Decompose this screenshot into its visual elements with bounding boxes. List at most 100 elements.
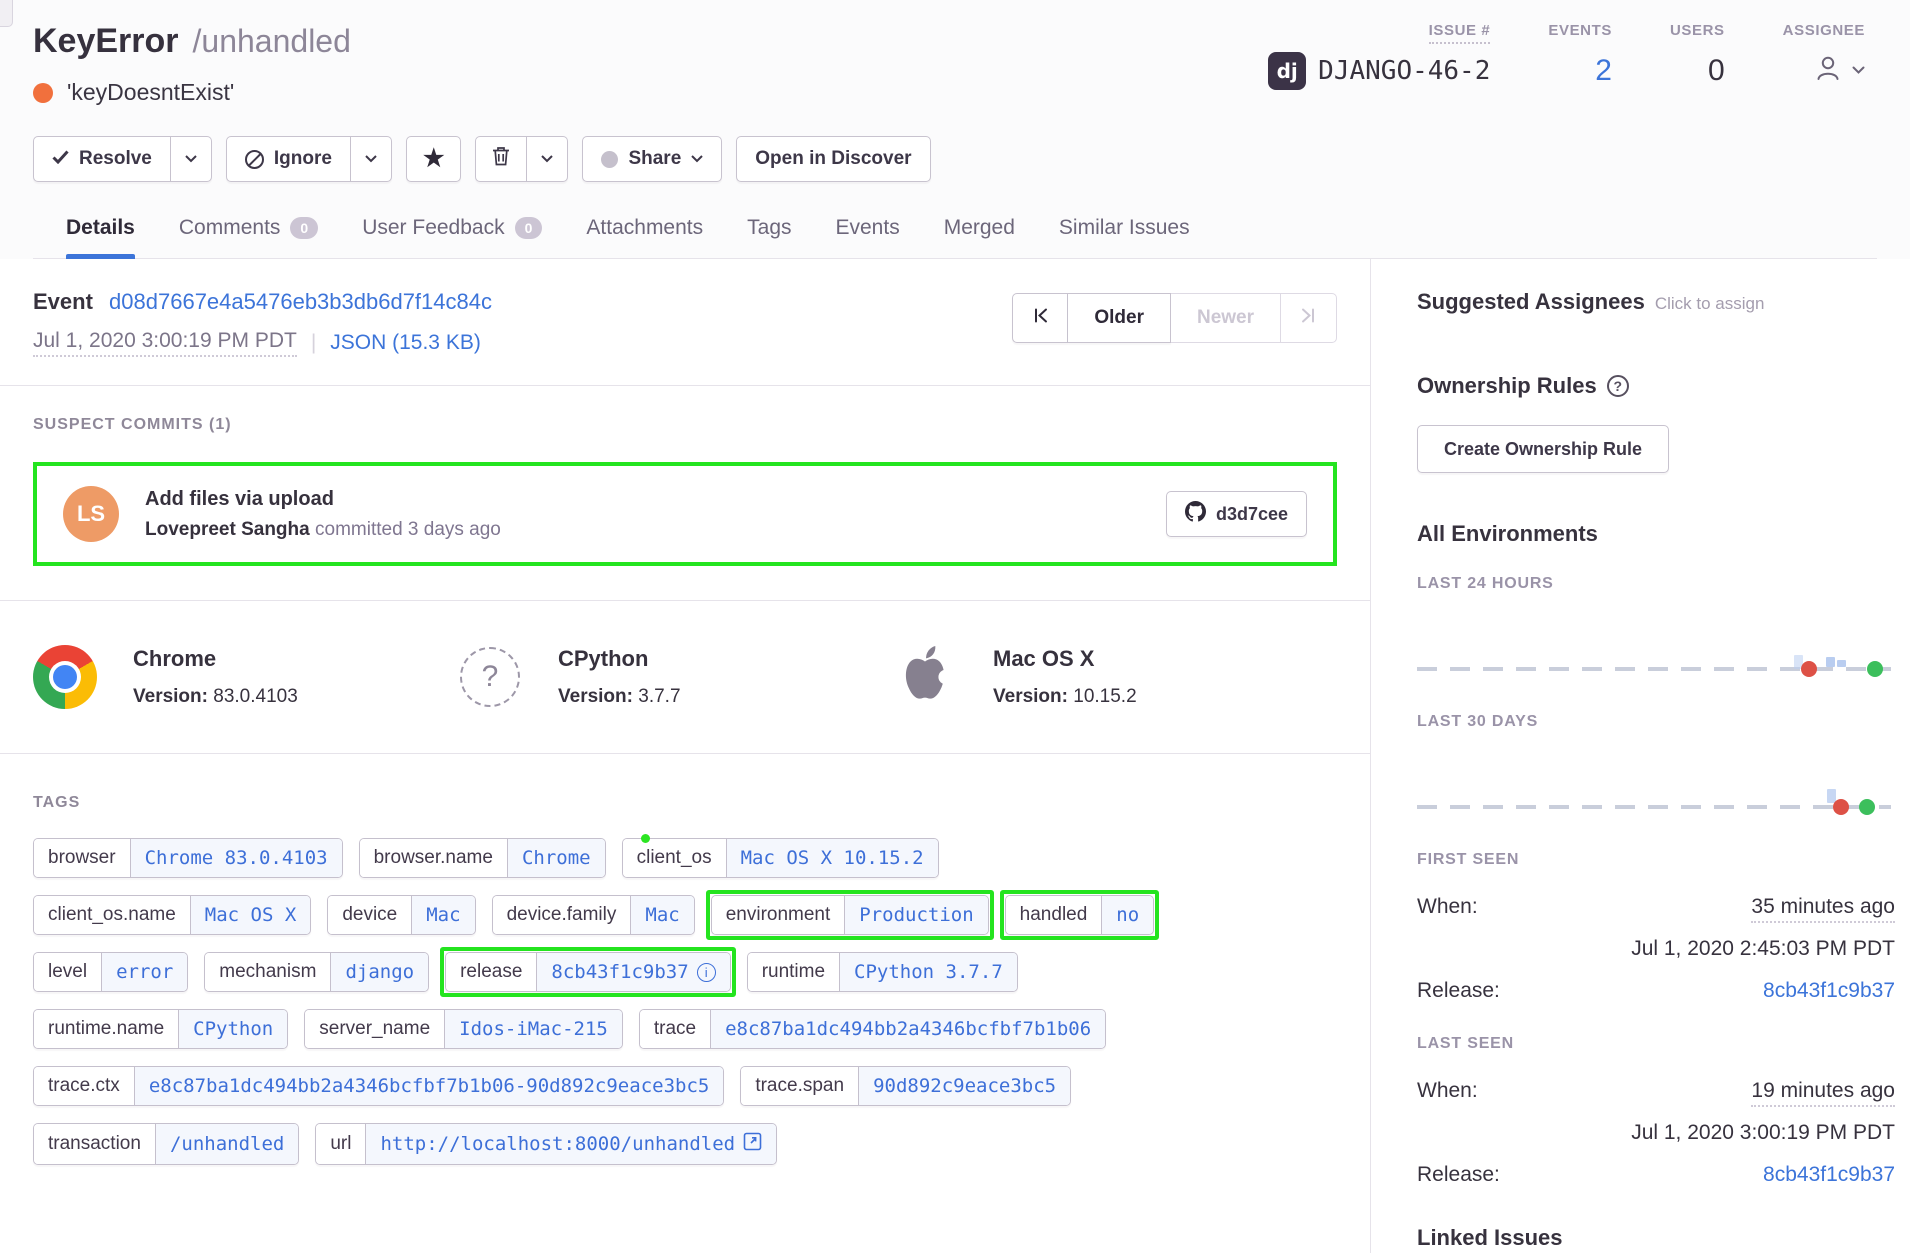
- tag-pill-browser.name[interactable]: browser.nameChrome: [359, 838, 606, 878]
- tag-value: error: [101, 953, 187, 991]
- event-id-link[interactable]: d08d7667e4a5476eb3b3db6d7f14c84c: [109, 289, 492, 314]
- all-environments-heading: All Environments: [1417, 521, 1895, 547]
- skip-to-latest-button[interactable]: [1281, 293, 1337, 343]
- tag-pill-environment[interactable]: environmentProduction: [711, 895, 989, 935]
- tag-pill-trace.ctx[interactable]: trace.ctxe8c87ba1dc494bb2a4346bcfbf7b1b0…: [33, 1066, 724, 1106]
- resolve-button[interactable]: Resolve: [33, 136, 171, 182]
- tag-pill-runtime[interactable]: runtimeCPython 3.7.7: [747, 952, 1018, 992]
- tag-pill-device[interactable]: deviceMac: [327, 895, 475, 935]
- issue-message: 'keyDoesntExist': [67, 79, 234, 106]
- chevron-down-icon: [691, 155, 703, 163]
- first-seen-release-link[interactable]: 8cb43f1c9b37: [1763, 979, 1895, 1003]
- tag-value: CPython: [178, 1010, 287, 1048]
- events-count[interactable]: 2: [1595, 54, 1612, 88]
- feedback-count-badge: 0: [515, 217, 543, 239]
- assignee-dropdown[interactable]: [1812, 52, 1865, 89]
- tag-pill-url[interactable]: urlhttp://localhost:8000/unhandled: [315, 1123, 777, 1165]
- suspect-commits-heading: SUSPECT COMMITS (1): [33, 416, 1337, 434]
- commit-sha-button[interactable]: d3d7cee: [1166, 491, 1307, 537]
- resolve-dropdown-button[interactable]: [171, 136, 212, 182]
- tag-key: browser: [34, 839, 130, 877]
- tag-pill-runtime.name[interactable]: runtime.nameCPython: [33, 1009, 288, 1049]
- chevron-down-icon: [365, 155, 377, 163]
- bookmark-button[interactable]: ★: [406, 136, 462, 182]
- older-event-button[interactable]: Older: [1068, 293, 1171, 343]
- external-link-icon[interactable]: [743, 1132, 762, 1156]
- event-timestamp: Jul 1, 2020 3:00:19 PM PDT: [33, 329, 297, 357]
- tag-row: levelerror mechanismdjango release8cb43f1c…: [33, 952, 1337, 992]
- ignore-dropdown-button[interactable]: [351, 136, 392, 182]
- tab-details[interactable]: Details: [66, 216, 135, 258]
- scroll-corner-fragment: [0, 0, 13, 27]
- create-ownership-rule-button[interactable]: Create Ownership Rule: [1417, 425, 1669, 473]
- tag-key: server_name: [305, 1010, 444, 1048]
- tag-pill-client_os.name[interactable]: client_os.nameMac OS X: [33, 895, 311, 935]
- issue-sidebar: Suggested Assignees Click to assign Owne…: [1370, 259, 1910, 1253]
- tag-value: Idos-iMac-215: [444, 1010, 622, 1048]
- commit-author: Lovepreet Sangha: [145, 519, 310, 540]
- tag-row: browserChrome 83.0.4103 browser.nameChrom…: [33, 838, 1337, 878]
- tag-pill-level[interactable]: levelerror: [33, 952, 188, 992]
- tab-similar-issues[interactable]: Similar Issues: [1059, 216, 1190, 258]
- share-button[interactable]: Share: [582, 136, 722, 182]
- info-icon[interactable]: i: [697, 963, 716, 982]
- tab-user-feedback[interactable]: User Feedback0: [362, 216, 542, 258]
- newer-event-button[interactable]: Newer: [1171, 293, 1281, 343]
- tab-merged[interactable]: Merged: [944, 216, 1015, 258]
- event-json-link[interactable]: JSON (15.3 KB): [330, 331, 481, 355]
- oldest-event-button[interactable]: [1012, 293, 1068, 343]
- short-id: DJANGO-46-2: [1318, 56, 1490, 86]
- tag-value: 8cb43f1c9b37i: [536, 953, 729, 991]
- assignee-label: ASSIGNEE: [1783, 22, 1865, 42]
- tag-key: runtime.name: [34, 1010, 178, 1048]
- tag-pill-trace.span[interactable]: trace.span90d892c9eace3bc5: [740, 1066, 1071, 1106]
- ignore-button[interactable]: Ignore: [226, 136, 351, 182]
- tag-pill-browser[interactable]: browserChrome 83.0.4103: [33, 838, 343, 878]
- users-count[interactable]: 0: [1708, 54, 1725, 88]
- resolve-label: Resolve: [79, 148, 152, 170]
- tag-key: transaction: [34, 1124, 155, 1164]
- chevron-down-icon: [1852, 66, 1865, 75]
- tab-events[interactable]: Events: [836, 216, 900, 258]
- tab-tags[interactable]: Tags: [747, 216, 791, 258]
- last-30-days-label: LAST 30 DAYS: [1417, 713, 1895, 731]
- tag-value: Chrome: [507, 839, 605, 877]
- ignore-label: Ignore: [274, 148, 332, 170]
- tag-pill-device.family[interactable]: device.familyMac: [492, 895, 695, 935]
- stat-issue-number: ISSUE # dj DJANGO-46-2: [1268, 22, 1490, 90]
- stat-assignee: ASSIGNEE: [1783, 22, 1865, 90]
- delete-button[interactable]: [475, 136, 527, 182]
- tag-pill-transaction[interactable]: transaction/unhandled: [33, 1123, 299, 1165]
- tag-value: Mac OS X: [190, 896, 311, 934]
- tag-row: transaction/unhandled urlhttp://localhost…: [33, 1123, 1337, 1165]
- tag-pill-handled[interactable]: handledno: [1005, 895, 1155, 935]
- context-runtime: ? CPython Version: 3.7.7: [458, 645, 893, 709]
- tag-pill-release[interactable]: release8cb43f1c9b37i: [445, 952, 731, 992]
- tag-value: e8c87ba1dc494bb2a4346bcfbf7b1b06-90d892c…: [134, 1067, 724, 1105]
- skip-to-start-icon: [1033, 307, 1048, 329]
- tags-heading: TAGS: [33, 794, 1337, 812]
- release-marker-green: [1867, 661, 1883, 677]
- tag-value: Mac OS X 10.15.2: [726, 839, 938, 877]
- event-label: Event: [33, 289, 93, 314]
- tag-pill-server_name[interactable]: server_nameIdos-iMac-215: [304, 1009, 623, 1049]
- comments-count-badge: 0: [290, 217, 318, 239]
- last-seen-block: When: 19 minutes ago Jul 1, 2020 3:00:19…: [1417, 1079, 1895, 1187]
- open-discover-label: Open in Discover: [755, 148, 911, 170]
- tag-key: browser.name: [360, 839, 507, 877]
- chrome-icon: [33, 645, 97, 709]
- context-os: Mac OS X Version: 10.15.2: [893, 645, 1137, 709]
- open-in-discover-button[interactable]: Open in Discover: [736, 136, 930, 182]
- issue-stats: ISSUE # dj DJANGO-46-2 EVENTS 2 USERS 0 …: [1268, 22, 1877, 90]
- last-24-hours-label: LAST 24 HOURS: [1417, 575, 1895, 593]
- tab-attachments[interactable]: Attachments: [586, 216, 703, 258]
- tag-pill-mechanism[interactable]: mechanismdjango: [204, 952, 429, 992]
- tag-pill-trace[interactable]: tracee8c87ba1dc494bb2a4346bcfbf7b1b06: [639, 1009, 1106, 1049]
- delete-dropdown-button[interactable]: [527, 136, 568, 182]
- tab-comments[interactable]: Comments0: [179, 216, 318, 258]
- issue-culprit: /unhandled: [193, 23, 351, 60]
- tag-pill-client_os[interactable]: client_osMac OS X 10.15.2: [622, 838, 939, 878]
- tag-key: trace.ctx: [34, 1067, 134, 1105]
- last-seen-release-link[interactable]: 8cb43f1c9b37: [1763, 1163, 1895, 1187]
- help-icon[interactable]: ?: [1607, 375, 1629, 397]
